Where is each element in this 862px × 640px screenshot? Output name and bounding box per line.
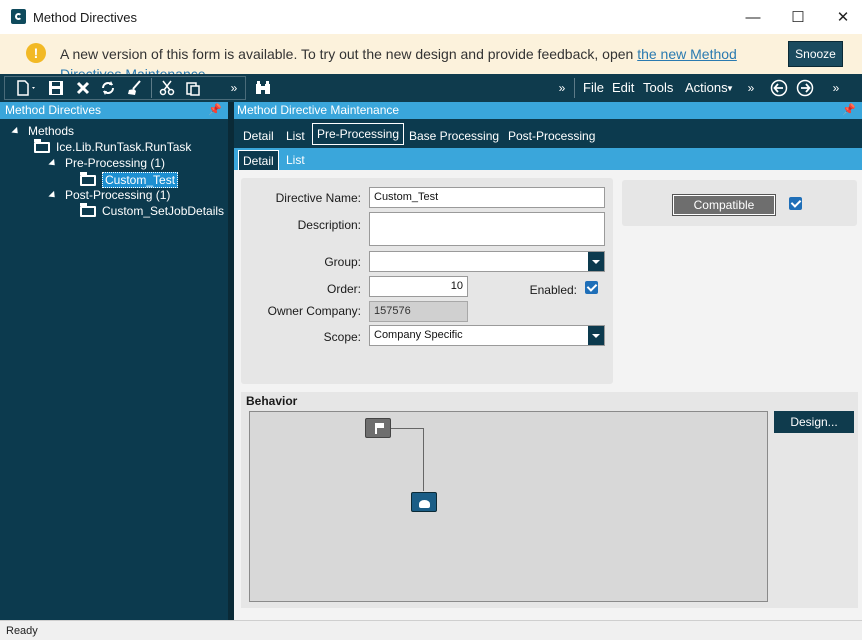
window-title: Method Directives	[33, 10, 138, 25]
toolbar-overflow-right[interactable]: »	[745, 78, 757, 98]
menu-tools[interactable]: Tools	[643, 80, 673, 95]
scope-label: Scope:	[323, 330, 361, 344]
directive-name-label: Directive Name:	[275, 191, 361, 205]
app-window: Method Directives — ☐ ✕ ! A new version …	[0, 0, 862, 640]
workflow-connector	[423, 428, 424, 491]
chevron-down-icon: ▼	[726, 83, 734, 93]
tree-node-post-processing[interactable]: Post-Processing (1)	[48, 188, 171, 202]
tab-detail[interactable]: Detail	[239, 126, 278, 146]
maximize-button[interactable]: ☐	[778, 4, 818, 30]
toolbar-overflow-end[interactable]: »	[830, 78, 842, 98]
tree-node-custom-setjobdetails[interactable]: Custom_SetJobDetails	[80, 202, 225, 218]
menu-actions[interactable]: Actions	[685, 80, 728, 95]
compatible-button[interactable]: Compatible	[672, 194, 776, 216]
cut-icon[interactable]	[156, 78, 178, 98]
workflow-connector	[391, 428, 424, 429]
main-toolbar: » » File Edit Tools Actions ▼ » »	[0, 74, 862, 102]
status-bar: Ready	[0, 620, 862, 640]
tree-node-label: Custom_SetJobDetails	[102, 204, 225, 218]
sub-tabs: Detail List	[234, 148, 862, 170]
notification-message: A new version of this form is available.…	[60, 44, 760, 74]
clear-icon[interactable]	[124, 78, 146, 98]
owner-company-label: Owner Company:	[267, 304, 361, 318]
folder-icon	[80, 171, 96, 186]
panel-title: Method Directives	[5, 103, 102, 117]
panel-header: Method Directives 📌	[0, 102, 228, 119]
chevron-down-icon[interactable]	[588, 326, 604, 345]
tree-node-method[interactable]: Ice.Lib.RunTask.RunTask	[34, 138, 192, 154]
panel-header: Method Directive Maintenance 📌	[234, 102, 862, 119]
save-icon[interactable]	[46, 78, 66, 98]
refresh-icon[interactable]	[98, 78, 118, 98]
description-label: Description:	[297, 218, 361, 232]
group-dropdown[interactable]	[369, 251, 605, 272]
behavior-title: Behavior	[246, 394, 298, 408]
enabled-checkbox[interactable]	[585, 281, 598, 294]
tab-post-processing[interactable]: Post-Processing	[504, 126, 599, 146]
main-tabs: Detail List Pre-Processing Base Processi…	[234, 119, 862, 148]
status-text: Ready	[6, 625, 38, 637]
expand-triangle-icon[interactable]	[11, 126, 21, 136]
folder-icon	[34, 138, 50, 153]
panel-title: Method Directive Maintenance	[237, 103, 400, 117]
tree-node-custom-test[interactable]: Custom_Test	[80, 171, 179, 188]
design-button[interactable]: Design...	[774, 411, 854, 433]
menu-file[interactable]: File	[583, 80, 604, 95]
warning-icon: !	[26, 43, 46, 63]
tree-node-pre-processing[interactable]: Pre-Processing (1)	[48, 156, 166, 170]
toolbar-overflow-mid[interactable]: »	[556, 78, 568, 98]
subtab-detail[interactable]: Detail	[238, 150, 279, 170]
group-label: Group:	[324, 255, 361, 269]
toolbar-separator	[574, 78, 575, 98]
back-icon[interactable]	[769, 78, 789, 98]
order-field[interactable]: 10	[369, 276, 468, 297]
scope-value: Company Specific	[374, 329, 463, 341]
pin-icon[interactable]: 📌	[208, 102, 222, 119]
chevron-down-icon[interactable]	[588, 252, 604, 271]
tree-node-label: Ice.Lib.RunTask.RunTask	[56, 140, 192, 154]
start-flag-node-icon[interactable]	[365, 418, 391, 438]
epicor-logo-icon	[11, 9, 26, 24]
tree-node-label: Pre-Processing (1)	[65, 156, 166, 170]
tab-base-processing[interactable]: Base Processing	[405, 126, 503, 146]
method-directives-panel: Method Directives 📌 Methods Ice.Lib.RunT…	[0, 102, 230, 620]
subtab-list[interactable]: List	[282, 150, 309, 170]
tab-pre-processing[interactable]: Pre-Processing	[312, 123, 405, 145]
expand-triangle-icon[interactable]	[48, 190, 58, 200]
update-notification: ! A new version of this form is availabl…	[0, 34, 862, 74]
workflow-action-node-icon[interactable]	[411, 492, 437, 512]
new-doc-icon[interactable]	[14, 78, 40, 98]
binoculars-icon[interactable]	[253, 78, 273, 98]
tree-node-methods[interactable]: Methods	[11, 124, 75, 138]
expand-triangle-icon[interactable]	[48, 158, 58, 168]
title-bar: Method Directives — ☐ ✕	[0, 0, 862, 34]
toolbar-separator	[151, 78, 152, 98]
directive-name-field[interactable]: Custom_Test	[369, 187, 605, 208]
scope-dropdown[interactable]: Company Specific	[369, 325, 605, 346]
owner-company-field: 157576	[369, 301, 468, 322]
menu-edit[interactable]: Edit	[612, 80, 634, 95]
order-label: Order:	[326, 282, 361, 296]
tab-list[interactable]: List	[282, 126, 309, 146]
folder-icon	[80, 202, 96, 217]
paste-icon[interactable]	[182, 78, 204, 98]
tree-node-label: Post-Processing (1)	[65, 188, 171, 202]
close-button[interactable]: ✕	[823, 4, 862, 30]
tree-node-label: Custom_Test	[102, 172, 179, 188]
workflow-canvas[interactable]	[249, 411, 768, 602]
enabled-label: Enabled:	[529, 283, 577, 297]
tree-node-label: Methods	[28, 124, 75, 138]
minimize-button[interactable]: —	[733, 4, 773, 30]
compatible-checkbox[interactable]	[789, 197, 802, 210]
forward-icon[interactable]	[795, 78, 815, 98]
description-field[interactable]	[369, 212, 605, 246]
delete-icon[interactable]	[73, 78, 93, 98]
toolbar-overflow-left[interactable]: »	[228, 78, 240, 98]
snooze-button[interactable]: Snooze	[788, 41, 843, 67]
pin-icon[interactable]: 📌	[842, 102, 856, 119]
